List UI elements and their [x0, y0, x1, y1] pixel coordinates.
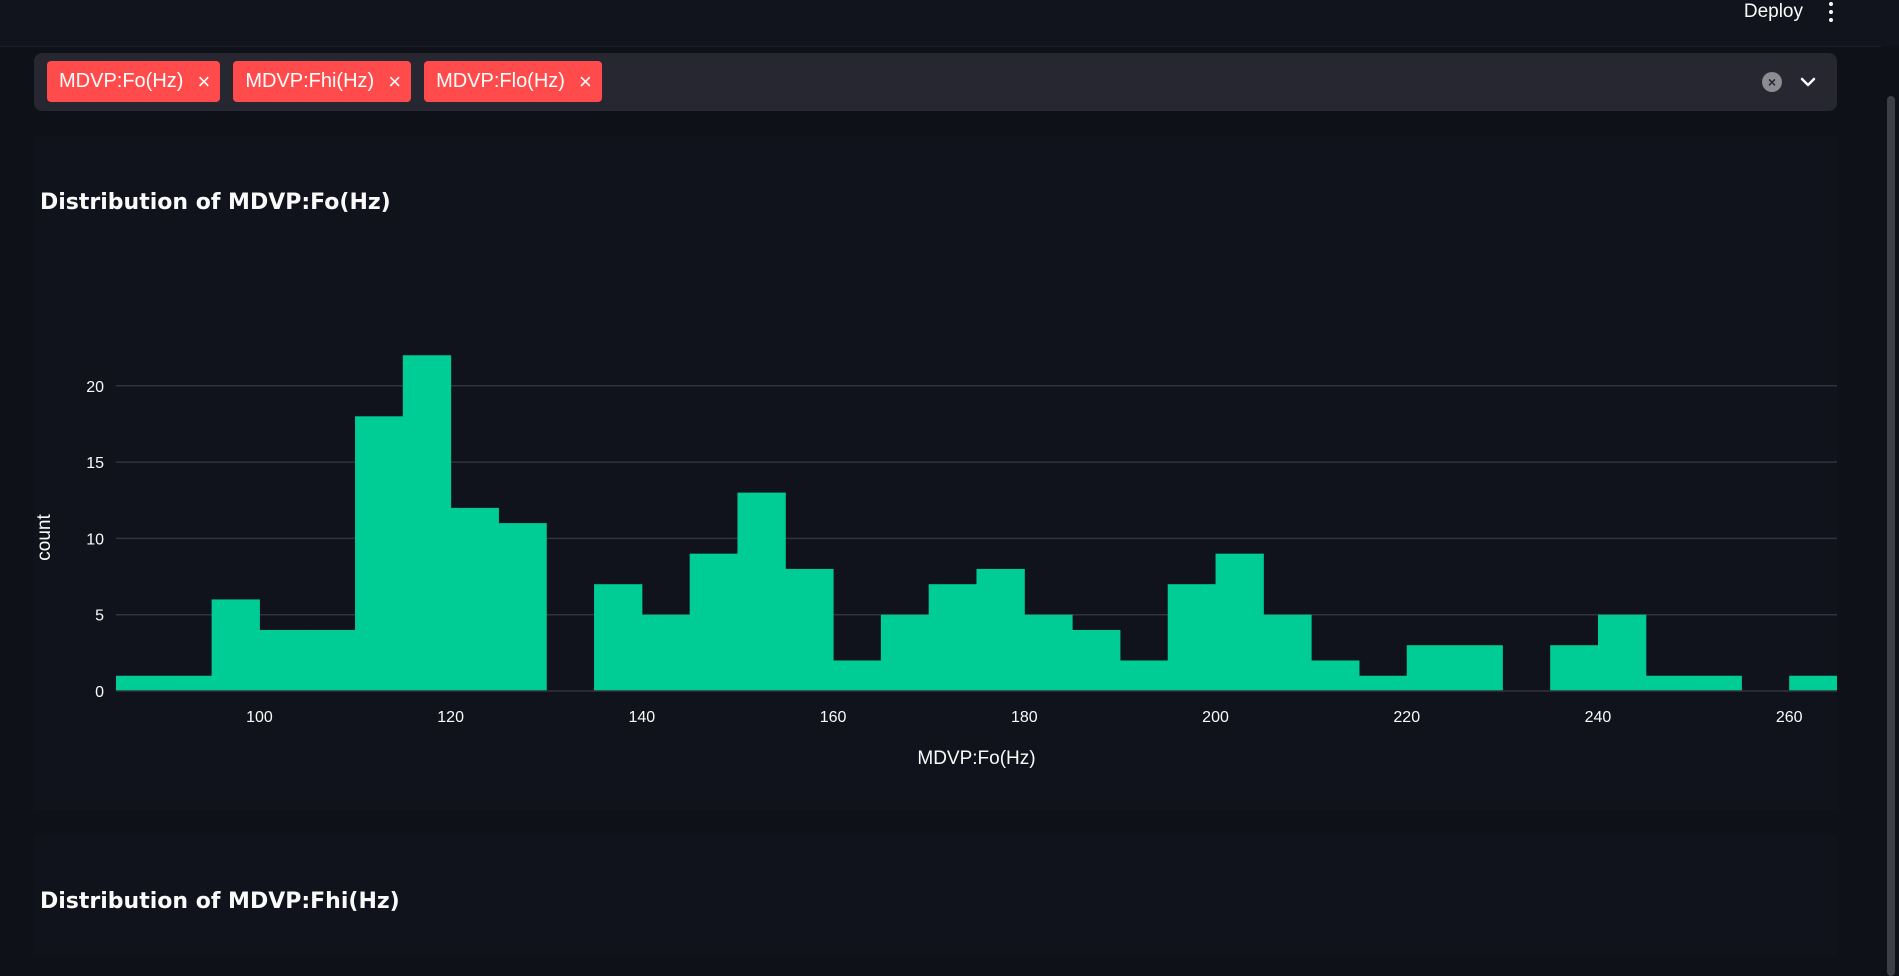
histogram-bar	[402, 355, 452, 691]
x-tick-label: 260	[1776, 709, 1803, 726]
histogram-bar	[450, 507, 499, 691]
histogram-bar	[976, 568, 1025, 691]
histogram-bar	[1454, 645, 1503, 691]
y-tick-label: 0	[95, 684, 104, 701]
histogram-bar	[1358, 675, 1408, 691]
histogram-bar	[1789, 675, 1837, 691]
close-icon[interactable]: ×	[579, 70, 592, 93]
column-multiselect[interactable]: MDVP:Fo(Hz) × MDVP:Fhi(Hz) × MDVP:Flo(Hz…	[34, 53, 1837, 111]
chart-title: Distribution of MDVP:Fhi(Hz)	[40, 889, 400, 914]
histogram-bar	[307, 629, 356, 691]
histogram-bar	[498, 523, 547, 691]
y-axis-label: count	[34, 514, 55, 561]
scrollbar-thumb[interactable]	[1887, 96, 1895, 976]
chart-card-fo: Distribution of MDVP:Fo(Hz) 0 5 10 15 20 100 1…	[34, 136, 1837, 810]
histogram-bar	[1167, 584, 1217, 691]
histogram-bar	[689, 553, 738, 691]
histogram-bar	[1693, 675, 1742, 691]
chip-label: MDVP:Fhi(Hz)	[245, 70, 375, 92]
histogram-bar	[1215, 553, 1264, 691]
x-tick-label: 240	[1585, 709, 1612, 726]
histogram-bar	[355, 416, 404, 691]
histogram-bar	[594, 584, 643, 691]
histogram-bar	[928, 584, 977, 691]
histogram-bar	[1550, 645, 1599, 691]
histogram-bar	[1645, 675, 1695, 691]
chevron-down-icon[interactable]	[1797, 71, 1819, 93]
chart-card-fhi: Distribution of MDVP:Fhi(Hz)	[34, 835, 1837, 955]
x-tick-label: 120	[437, 709, 464, 726]
chip-label: MDVP:Fo(Hz)	[59, 70, 184, 92]
scrollbar-track[interactable]	[1881, 46, 1899, 976]
y-tick-label: 20	[86, 379, 104, 396]
clear-all-icon[interactable]: ×	[1762, 72, 1782, 92]
y-tick-label: 5	[95, 608, 104, 625]
x-tick-label: 200	[1202, 709, 1229, 726]
close-icon[interactable]: ×	[388, 70, 401, 93]
histogram-bar	[1024, 614, 1073, 691]
top-header: Deploy	[0, 0, 1899, 47]
selected-chips: MDVP:Fo(Hz) × MDVP:Fhi(Hz) × MDVP:Flo(Hz…	[47, 61, 602, 102]
histogram-bar	[785, 568, 834, 691]
histogram-bar	[116, 675, 165, 691]
x-tick-label: 180	[1011, 709, 1038, 726]
histogram-bar	[1597, 614, 1647, 691]
y-tick-label: 10	[86, 531, 104, 548]
histogram-bar	[1406, 645, 1456, 691]
kebab-menu-icon[interactable]	[1823, 0, 1839, 24]
y-tick-label: 15	[86, 455, 104, 472]
histogram-bar	[880, 614, 930, 691]
deploy-button[interactable]: Deploy	[1744, 0, 1803, 24]
histogram-chart: 0 5 10 15 20 100 120 140 160 180 200 220 240 260 MDVP:…	[34, 355, 1837, 769]
histogram-bar	[737, 492, 786, 691]
x-tick-label: 140	[629, 709, 656, 726]
histogram-bar	[163, 675, 213, 691]
histogram-bar	[1119, 660, 1169, 691]
histogram-bar	[641, 614, 691, 691]
histogram-bar	[1072, 629, 1121, 691]
chip-label: MDVP:Flo(Hz)	[436, 70, 565, 92]
x-tick-label: 160	[820, 709, 847, 726]
x-tick-label: 220	[1393, 709, 1420, 726]
close-icon[interactable]: ×	[197, 70, 210, 93]
histogram-bar	[259, 629, 308, 691]
histogram-bar	[1311, 660, 1360, 691]
chip-mdvp-fhi[interactable]: MDVP:Fhi(Hz) ×	[233, 61, 412, 102]
x-axis-label: MDVP:Fo(Hz)	[917, 748, 1035, 769]
chip-mdvp-flo[interactable]: MDVP:Flo(Hz) ×	[424, 61, 602, 102]
x-tick-label: 100	[246, 709, 273, 726]
histogram-bar	[1263, 614, 1312, 691]
chip-mdvp-fo[interactable]: MDVP:Fo(Hz) ×	[47, 61, 221, 102]
histogram-bar	[211, 599, 260, 691]
histogram-bar	[833, 660, 882, 691]
